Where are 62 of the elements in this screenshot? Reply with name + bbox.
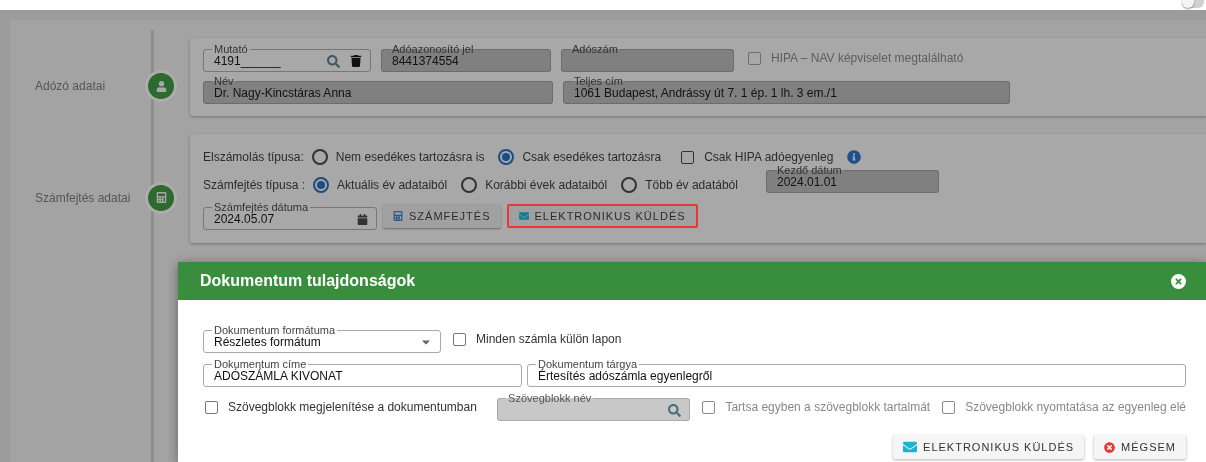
text-field[interactable]: Adóazonosító jel 8441374554 (381, 44, 551, 72)
close-button[interactable] (1171, 273, 1186, 289)
group-label: Számfejtés típusa : (203, 178, 306, 192)
field-label: Kezdő dátum (775, 165, 843, 175)
radio-label: Aktuális év adataiból (337, 178, 448, 192)
field-label: Név (213, 76, 235, 86)
checkbox-label: Csak HIPA adóegyenleg (704, 150, 834, 164)
text-field[interactable]: Dokumentum tárgya Értesítés adószámla egyenlegről (527, 359, 1186, 387)
text-field[interactable]: Mutató 4191______ (203, 44, 371, 72)
checkbox[interactable] (453, 332, 466, 346)
text-field[interactable]: Név Dr. Nagy-Kincstáras Anna (203, 76, 553, 104)
calculate-button[interactable]: SZÁMFEJTÉS (383, 204, 501, 228)
info-icon[interactable] (847, 150, 862, 164)
section-label: Adózó adatai (35, 79, 106, 93)
close-icon (1174, 276, 1183, 286)
radio-label: Nem esedékes tartozásra is (335, 150, 485, 164)
field-label: Dokumentum tárgya (537, 359, 639, 369)
group-label: Elszámolás típusa: (203, 150, 304, 164)
trash-icon[interactable] (350, 55, 362, 67)
checkbox-label: Szövegblokk megjelenítése a dokumentumban (228, 400, 477, 414)
text-field[interactable]: Szövegblokk név (497, 393, 691, 421)
checkbox[interactable] (681, 150, 695, 164)
send-button[interactable]: ELEKTRONIKUS KÜLDÉS (893, 435, 1085, 459)
checkbox-label: Tartsa egyben a szövegblokk tartalmát (725, 400, 931, 414)
radio-button[interactable] (461, 177, 478, 193)
radio-label: Csak esedékes tartozásra (522, 150, 662, 164)
checkbox[interactable] (205, 400, 218, 414)
calculator-icon (148, 184, 174, 211)
envelope-icon (518, 211, 529, 221)
search-icon[interactable] (327, 54, 340, 68)
text-field[interactable]: Dokumentum címe ADÓSZÁMLA KIVONAT (203, 359, 522, 387)
toggle-switch[interactable] (1182, 0, 1204, 8)
section-label: Számfejtés adatai (35, 190, 131, 205)
dialog-title: Dokumentum tulajdonságok (200, 272, 416, 290)
cancel-button[interactable]: MÉGSEM (1094, 435, 1186, 459)
field-label: Mutató (213, 44, 249, 54)
checkbox-label: Szövegblokk nyomtatása az egyenleg elé (965, 400, 1186, 414)
field-label: Dokumentum formátuma (213, 325, 337, 335)
calendar-icon[interactable] (357, 213, 368, 225)
radio-button[interactable] (498, 149, 515, 165)
field-label: Szövegblokk név (507, 393, 593, 403)
checkbox-label: HIPA – NAV képviselet megtalálható (771, 51, 964, 65)
text-field[interactable]: Számfejtés dátuma 2024.05.07 (203, 202, 377, 230)
text-field[interactable]: Adószám (561, 44, 734, 72)
radio-button[interactable] (621, 177, 638, 193)
field-label: Dokumentum címe (213, 359, 308, 369)
radio-button[interactable] (311, 149, 328, 165)
radio-button[interactable] (313, 177, 330, 193)
search-icon[interactable] (668, 403, 682, 417)
person-icon (148, 73, 174, 99)
field-label: Adószám (571, 44, 619, 54)
close-icon (1104, 441, 1116, 453)
text-field[interactable]: Teljes cím 1061 Budapest, Andrássy út 7. 1 ép. 1 lh. 3 em./1 (563, 76, 1010, 104)
calculator-icon (393, 211, 403, 221)
field-label: Adóazonosító jel (391, 44, 475, 54)
send-button[interactable]: ELEKTRONIKUS KÜLDÉS (506, 204, 698, 228)
envelope-icon (903, 440, 918, 454)
radio-label: Korábbi évek adataiból (485, 178, 608, 192)
text-field[interactable]: Kezdő dátum 2024.01.01 (765, 165, 939, 193)
select-field[interactable]: Dokumentum formátuma Részletes formátum (203, 325, 441, 353)
checkbox-label: Minden számla külön lapon (476, 332, 622, 346)
radio-label: Több év adatából (645, 178, 738, 192)
